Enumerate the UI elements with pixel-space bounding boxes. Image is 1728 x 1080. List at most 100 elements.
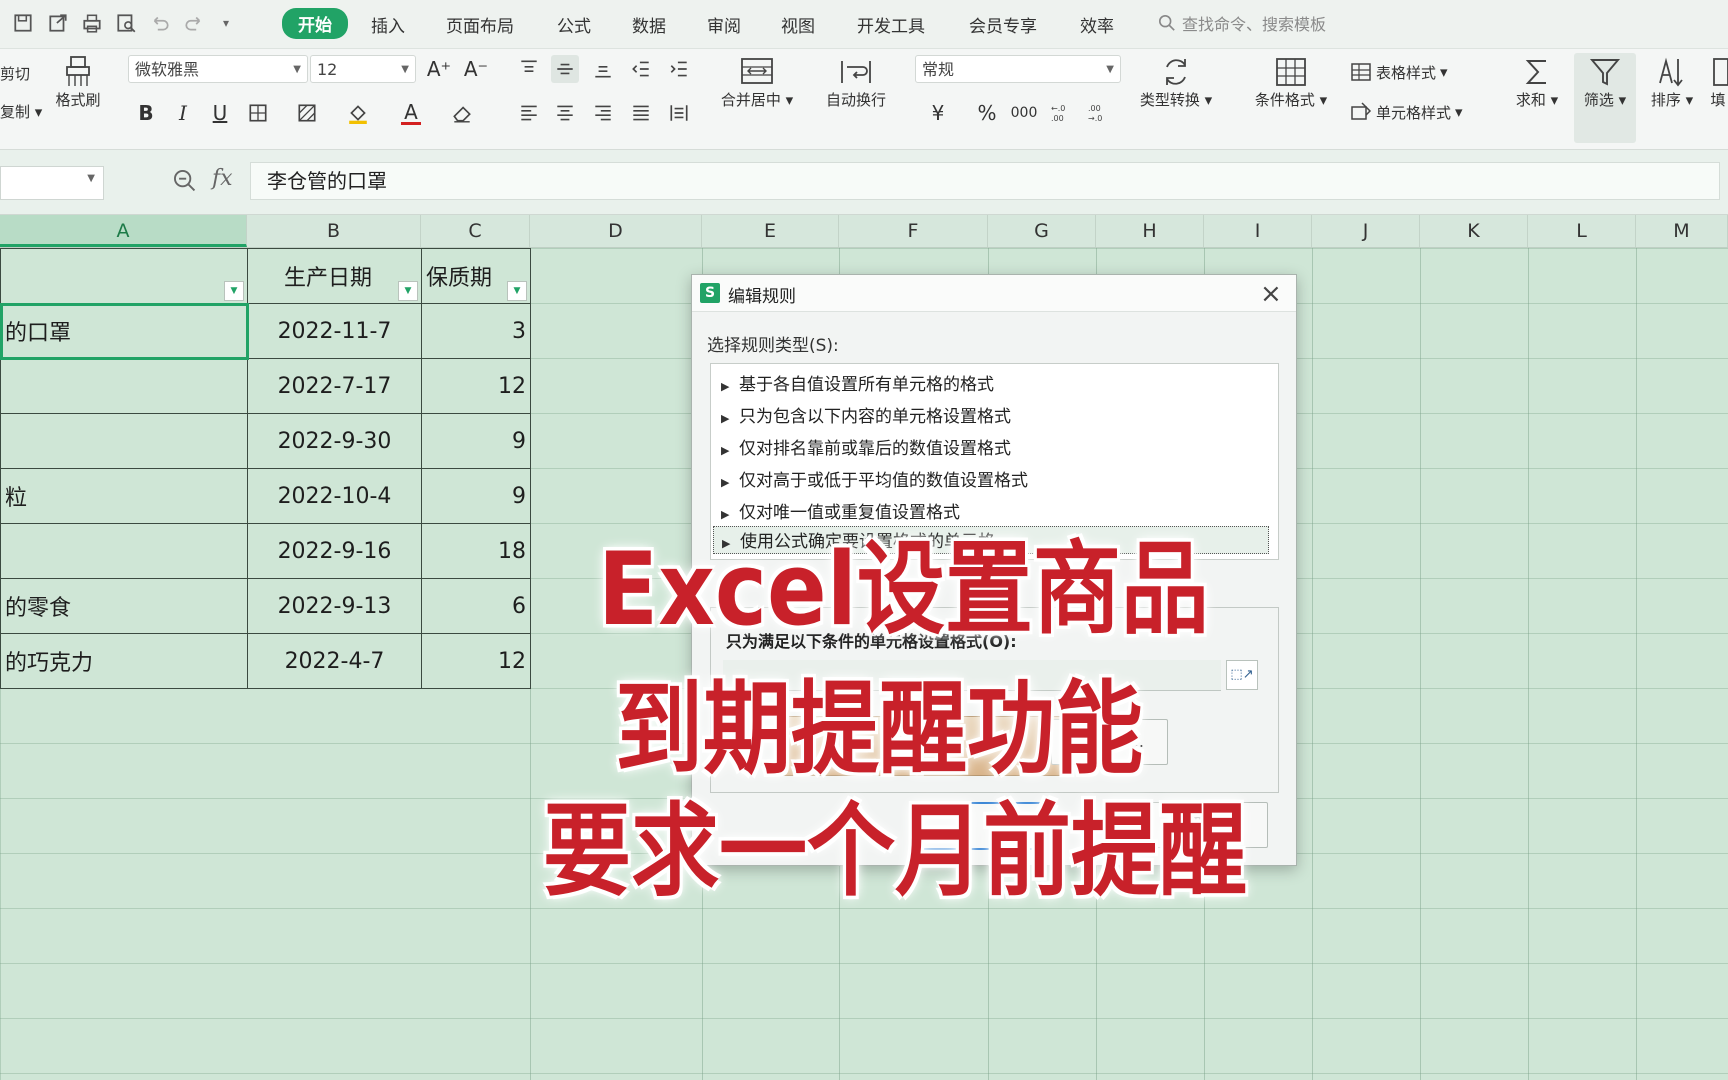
cell-shelf-life[interactable]: 6	[421, 578, 531, 634]
font-size-select[interactable]: 12 ▼	[310, 55, 416, 83]
column-header-c[interactable]: C	[421, 215, 530, 247]
tab-formulas[interactable]: 公式	[557, 12, 591, 37]
column-header-e[interactable]: E	[702, 215, 839, 247]
sum-button[interactable]: 求和 ▾	[1508, 55, 1566, 110]
name-box[interactable]: ▼	[0, 166, 104, 200]
column-header-i[interactable]: I	[1204, 215, 1312, 247]
table-style-button[interactable]: 表格样式 ▾	[1350, 61, 1448, 83]
border-button[interactable]	[244, 99, 272, 127]
cell-shelf-life[interactable]: 9	[421, 468, 531, 524]
italic-button[interactable]: I	[169, 99, 197, 127]
cell-name[interactable]: 的口罩	[0, 302, 249, 360]
currency-button[interactable]: ¥	[924, 99, 952, 127]
column-header-j[interactable]: J	[1312, 215, 1420, 247]
cell-shelf-life[interactable]: 12	[421, 358, 531, 414]
thousands-separator-button[interactable]: 000	[1010, 99, 1038, 127]
font-name-select[interactable]: 微软雅黑 ▼	[128, 55, 308, 83]
print-preview-icon[interactable]	[113, 10, 139, 36]
column-header-k[interactable]: K	[1420, 215, 1528, 247]
merge-center-button[interactable]: 合并居中 ▾	[712, 55, 802, 110]
cell-date[interactable]: 2022-4-7	[247, 633, 422, 689]
cell-name[interactable]: 粒	[0, 468, 248, 524]
print-icon[interactable]	[79, 10, 105, 36]
filter-dropdown-icon[interactable]: ▼	[507, 281, 527, 301]
fill-button[interactable]: 填	[1708, 55, 1728, 110]
cell-name[interactable]	[0, 358, 248, 414]
filter-dropdown-icon[interactable]: ▼	[398, 281, 418, 301]
cell-style-button[interactable]: 单元格样式 ▾	[1350, 101, 1463, 123]
number-format-select[interactable]: 常规 ▼	[915, 55, 1121, 83]
cell-date[interactable]: 2022-9-30	[247, 413, 422, 469]
decrease-decimal-button[interactable]: .00 →.0	[1084, 99, 1112, 127]
tab-page-layout[interactable]: 页面布局	[446, 12, 514, 37]
cell-date[interactable]: 2022-7-17	[247, 358, 422, 414]
percent-button[interactable]: %	[973, 99, 1001, 127]
tab-view[interactable]: 视图	[781, 12, 815, 37]
column-header-l[interactable]: L	[1528, 215, 1636, 247]
format-painter-button[interactable]: 格式刷	[48, 55, 108, 110]
copy-button[interactable]: 复制 ▾	[0, 101, 42, 122]
cell-shelf-life[interactable]: 3	[421, 303, 531, 359]
cell-date[interactable]: 2022-11-7	[247, 303, 422, 359]
sort-button[interactable]: 排序 ▾	[1643, 55, 1701, 110]
align-center-button[interactable]	[551, 99, 579, 127]
column-header-m[interactable]: M	[1636, 215, 1728, 247]
filter-button[interactable]: 筛选 ▾	[1574, 53, 1636, 143]
tab-review[interactable]: 审阅	[707, 12, 741, 37]
rule-type-item[interactable]: ▶ 仅对排名靠前或靠后的数值设置格式	[721, 434, 1011, 459]
undo-icon[interactable]	[147, 10, 173, 36]
decrease-indent-button[interactable]	[627, 55, 655, 83]
filter-dropdown-icon[interactable]: ▼	[224, 281, 244, 301]
cell-shading-button[interactable]	[293, 99, 321, 127]
column-header-h[interactable]: H	[1096, 215, 1204, 247]
header-cell-name[interactable]: ▼	[0, 248, 248, 304]
column-header-f[interactable]: F	[839, 215, 988, 247]
distributed-align-button[interactable]	[665, 99, 693, 127]
cell-date[interactable]: 2022-10-4	[247, 468, 422, 524]
align-left-button[interactable]	[515, 99, 543, 127]
cell-shelf-life[interactable]: 9	[421, 413, 531, 469]
font-shrink-button[interactable]: A⁻	[462, 55, 490, 83]
tab-insert[interactable]: 插入	[371, 12, 405, 37]
range-select-icon[interactable]: ⬚↗	[1226, 660, 1258, 690]
fx-icon[interactable]: fx	[212, 166, 233, 191]
zoom-formula-icon[interactable]	[172, 168, 200, 196]
rule-type-item[interactable]: ▶ 只为包含以下内容的单元格设置格式	[721, 402, 1011, 427]
header-cell-shelf-life[interactable]: 保质期 ▼	[421, 248, 531, 304]
save-icon[interactable]	[10, 10, 36, 36]
tab-member[interactable]: 会员专享	[969, 12, 1037, 37]
close-icon[interactable]: ×	[1260, 279, 1282, 309]
conditional-format-button[interactable]: 条件格式 ▾	[1245, 55, 1337, 110]
tab-developer[interactable]: 开发工具	[857, 12, 925, 37]
rule-type-item[interactable]: ▶ 仅对高于或低于平均值的数值设置格式	[721, 466, 1028, 491]
column-header-g[interactable]: G	[988, 215, 1096, 247]
redo-icon[interactable]	[181, 10, 207, 36]
column-header-d[interactable]: D	[530, 215, 702, 247]
align-middle-button[interactable]	[551, 55, 579, 83]
formula-input[interactable]: 李仓管的口罩	[250, 162, 1720, 200]
cell-name[interactable]: 的零食	[0, 578, 248, 634]
wrap-text-button[interactable]: 自动换行	[810, 55, 902, 110]
tab-data[interactable]: 数据	[632, 12, 666, 37]
command-search[interactable]: 查找命令、搜索模板	[1158, 11, 1326, 35]
rule-type-item[interactable]: ▶ 基于各自值设置所有单元格的格式	[721, 370, 994, 395]
cell-shelf-life[interactable]: 18	[421, 523, 531, 579]
align-bottom-button[interactable]	[589, 55, 617, 83]
increase-indent-button[interactable]	[665, 55, 693, 83]
column-header-a[interactable]: A	[0, 215, 247, 247]
cell-date[interactable]: 2022-9-13	[247, 578, 422, 634]
fill-color-button[interactable]	[344, 99, 372, 127]
quick-access-dropdown-icon[interactable]: ▾	[213, 10, 239, 36]
cell-name[interactable]	[0, 413, 248, 469]
align-right-button[interactable]	[589, 99, 617, 127]
increase-decimal-button[interactable]: ←.0.00	[1047, 99, 1075, 127]
clear-format-button[interactable]	[448, 99, 476, 127]
font-grow-button[interactable]: A⁺	[425, 55, 453, 83]
font-color-button[interactable]: A	[397, 99, 425, 127]
align-top-button[interactable]	[515, 55, 543, 83]
underline-button[interactable]: U	[206, 99, 234, 127]
cell-date[interactable]: 2022-9-16	[247, 523, 422, 579]
header-cell-date[interactable]: 生产日期 ▼	[247, 248, 422, 304]
cell-shelf-life[interactable]: 12	[421, 633, 531, 689]
bold-button[interactable]: B	[132, 99, 160, 127]
